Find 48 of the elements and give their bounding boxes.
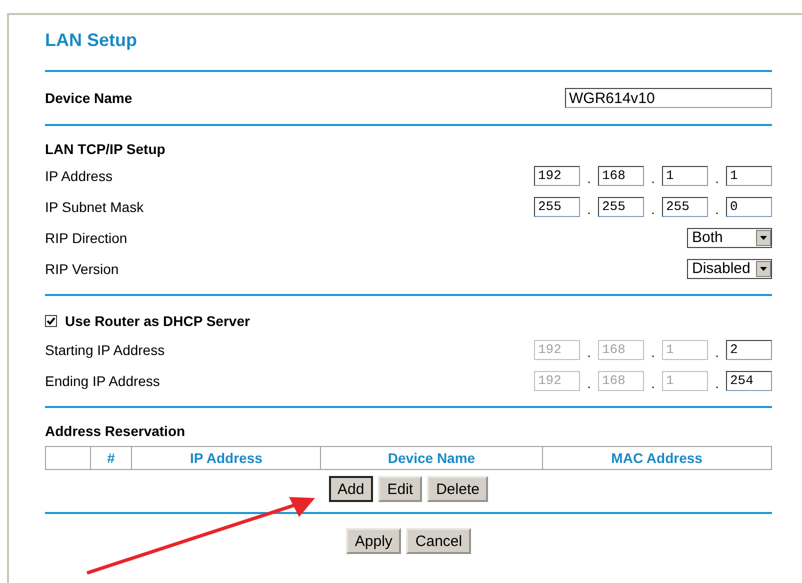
octet-field[interactable]: 255 — [598, 196, 644, 216]
column-header: # — [90, 446, 132, 470]
dot-separator: . — [586, 201, 592, 217]
dot-separator: . — [650, 201, 656, 217]
octet-field[interactable]: 168 — [598, 166, 644, 186]
field-label: RIP Version — [45, 260, 119, 276]
edit-button[interactable]: Edit — [378, 476, 422, 502]
dot-separator: . — [714, 375, 720, 391]
add-button[interactable]: Add — [328, 476, 374, 502]
octet-field[interactable]: 255 — [662, 196, 708, 216]
page-title: LAN Setup — [45, 30, 137, 52]
dot-separator: . — [586, 170, 592, 186]
dot-separator: . — [586, 375, 592, 391]
field-label: Starting IP Address — [45, 342, 165, 358]
octet-field[interactable]: 255 — [534, 196, 580, 216]
dot-separator: . — [714, 170, 720, 186]
field-label: IP Address — [45, 168, 112, 184]
section-heading: Address Reservation — [45, 423, 186, 439]
dot-separator: . — [650, 170, 656, 186]
dot-separator: . — [650, 375, 656, 391]
dot-separator: . — [650, 344, 656, 360]
caret-icon — [760, 266, 767, 270]
dot-separator: . — [714, 201, 720, 217]
field-label: RIP Direction — [45, 230, 128, 246]
caret-icon — [760, 236, 767, 240]
field-label: IP Subnet Mask — [45, 198, 144, 214]
dropdown[interactable]: Disabled — [687, 258, 772, 278]
octet-field[interactable]: 192 — [534, 166, 580, 186]
column-header: MAC Address — [542, 446, 772, 470]
dropdown[interactable]: Both — [687, 228, 772, 248]
field-label: Ending IP Address — [45, 372, 160, 388]
dot-separator: . — [586, 344, 592, 360]
octet-field[interactable]: 2 — [726, 340, 772, 360]
octet-field[interactable]: 254 — [726, 370, 772, 390]
section-heading: LAN TCP/IP Setup — [45, 141, 166, 157]
octet-field[interactable]: 1 — [662, 166, 708, 186]
cancel-button[interactable]: Cancel — [406, 528, 472, 554]
octet-field[interactable]: 1 — [726, 166, 772, 186]
checkbox[interactable] — [45, 315, 57, 327]
delete-button[interactable]: Delete — [427, 476, 488, 502]
field-label: Device Name — [45, 90, 132, 106]
column-header: IP Address — [132, 446, 321, 470]
octet-field[interactable]: 0 — [726, 196, 772, 216]
device-name-field[interactable]: WGR614v10 — [565, 88, 772, 108]
dot-separator: . — [714, 344, 720, 360]
checkbox-label: Use Router as DHCP Server — [65, 313, 250, 329]
column-header: Device Name — [320, 446, 542, 470]
apply-button[interactable]: Apply — [346, 528, 402, 554]
